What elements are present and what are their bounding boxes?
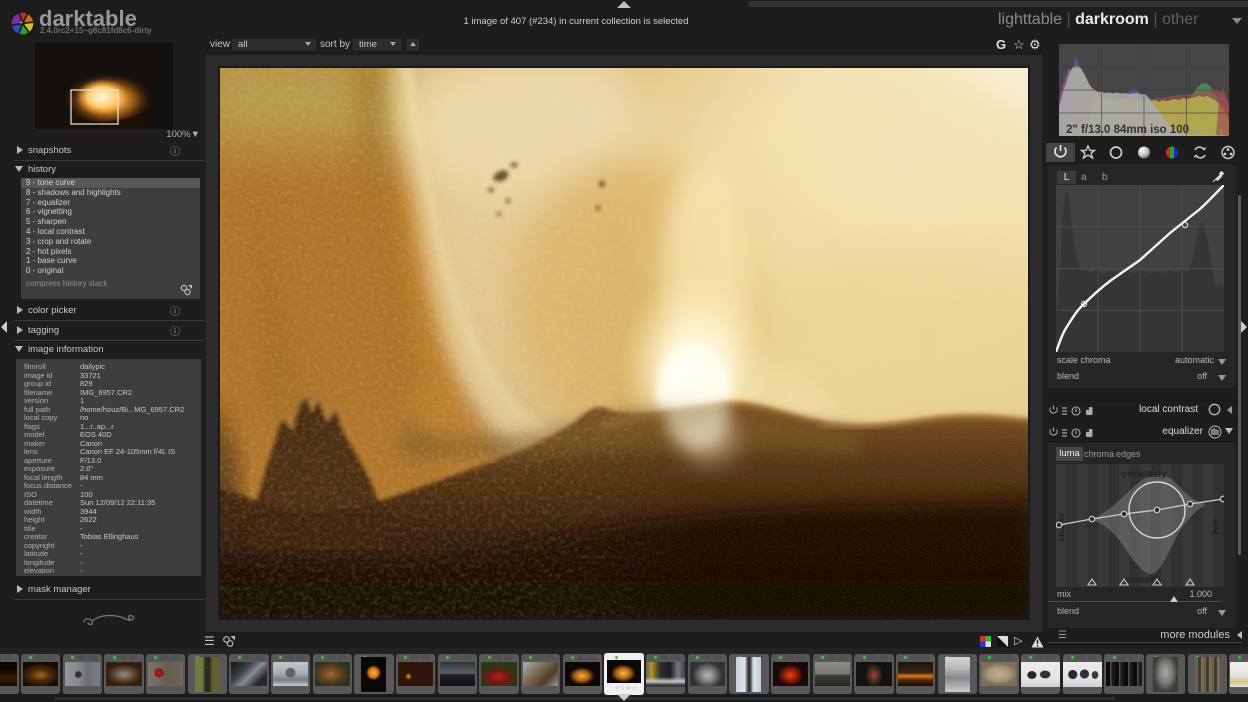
svg-text:fine: fine xyxy=(1210,519,1220,535)
svg-text:contrasty: contrasty xyxy=(1121,469,1166,480)
svg-text:smooth: smooth xyxy=(1124,575,1160,586)
svg-text:2" f/13.0 84mm iso 100: 2" f/13.0 84mm iso 100 xyxy=(1066,124,1189,136)
